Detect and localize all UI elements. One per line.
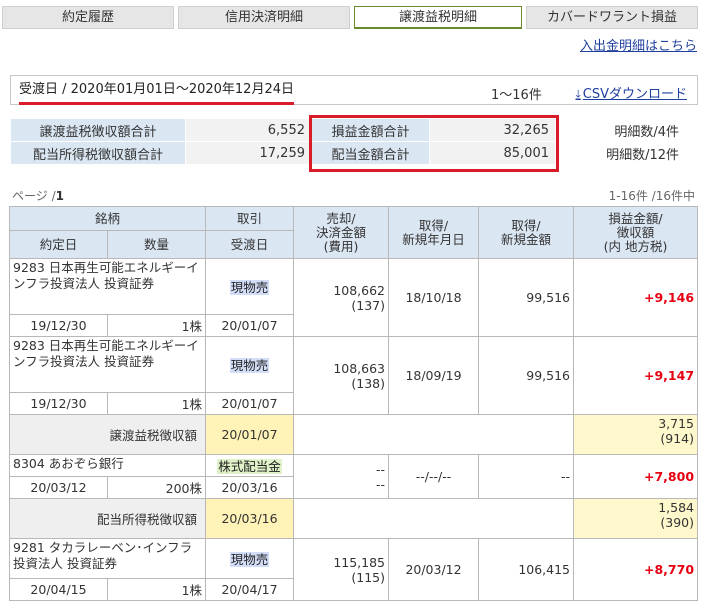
page-indicator: ページ /1 <box>12 187 64 204</box>
sell-amount: 115,185 <box>333 554 386 570</box>
dividend-total-value: 85,001 <box>429 141 556 165</box>
acq-date: 20/03/12 <box>388 538 480 601</box>
table-row: 9281 タカラレーベン･インフラ投資法人 投資証券 現物売 115,185 (1… <box>8 538 699 601</box>
header-torihiki: 取引 <box>205 206 295 231</box>
settle-date: 20/01/07 <box>205 392 295 415</box>
header-trade-date: 約定日 <box>9 230 108 259</box>
header-settle-date: 受渡日 <box>205 230 295 259</box>
fee: -- <box>375 476 386 492</box>
download-icon: ⤓ <box>575 87 581 101</box>
local-tax: (914) <box>660 431 695 446</box>
deposit-withdrawal-link[interactable]: 入出金明細はこちら <box>580 35 697 54</box>
acq-amount: -- <box>478 454 575 499</box>
fee: (137) <box>351 297 386 313</box>
result-count: 1～16件 <box>491 88 542 103</box>
header-acq-date: 取得/新規年月日 <box>388 206 480 259</box>
csv-download-link[interactable]: ⤓ CSVダウンロード <box>575 83 687 102</box>
sell-amount: 108,663 <box>333 360 386 376</box>
trade-type: 株式配当金 <box>217 459 282 474</box>
trade-date: 19/12/30 <box>9 314 108 337</box>
header-quantity: 数量 <box>106 230 207 259</box>
pl-amount: +8,770 <box>573 538 699 601</box>
csv-download-label: CSVダウンロード <box>582 87 687 102</box>
quantity: 1株 <box>106 578 207 601</box>
detail-table: 銘柄 取引 売却/決済金額 (費用) 取得/新規年月日 取得/新規金額 損益金額/… <box>8 206 699 601</box>
pl-amount: +9,147 <box>573 336 699 415</box>
trade-date: 19/12/30 <box>9 392 108 415</box>
filter-bar: 受渡日 / 2020年01月01日～2020年12月24日 1～16件 ⤓ CSV… <box>10 75 698 105</box>
date-range-filter[interactable]: 受渡日 / 2020年01月01日～2020年12月24日 <box>19 82 294 105</box>
fee: (138) <box>351 375 386 391</box>
table-row: 9283 日本再生可能エネルギーインフラ投資法人 投資証券 現物売 108,66… <box>8 258 699 337</box>
trade-type: 現物売 <box>229 280 270 295</box>
pl-total-label: 損益金額合計 <box>311 118 430 142</box>
trade-date: 20/03/12 <box>9 476 108 499</box>
sell-amount: 108,662 <box>333 282 386 298</box>
tab-capital-gains-tax[interactable]: 譲渡益税明細 <box>354 6 522 29</box>
fee: (115) <box>351 569 386 585</box>
acq-amount: 106,415 <box>478 538 575 601</box>
table-row: 8304 あおぞら銀行 株式配当金 -- -- --/--/-- -- +7,80… <box>8 454 699 499</box>
pl-amount: +9,146 <box>573 258 699 337</box>
quantity: 200株 <box>106 476 207 499</box>
tab-trade-history[interactable]: 約定履歴 <box>2 6 174 29</box>
pl-amount: +7,800 <box>573 454 699 499</box>
acq-amount: 99,516 <box>478 258 575 337</box>
header-meigara: 銘柄 <box>8 206 207 231</box>
security-name[interactable]: 9283 日本再生可能エネルギーインフラ投資法人 投資証券 <box>8 258 207 315</box>
header-acq-amount: 取得/新規金額 <box>478 206 575 259</box>
quantity: 1株 <box>106 392 207 415</box>
trade-type: 現物売 <box>229 552 270 567</box>
tax-date: 20/03/16 <box>205 498 295 539</box>
settle-date: 20/03/16 <box>205 476 295 499</box>
security-name[interactable]: 9283 日本再生可能エネルギーインフラ投資法人 投資証券 <box>8 336 207 393</box>
tax-label: 配当所得税徴収額 <box>8 498 207 539</box>
sell-amount: -- <box>375 461 386 477</box>
trade-date: 20/04/15 <box>9 578 108 601</box>
summary-table: 譲渡益税徴収額合計 6,552 損益金額合計 32,265 明細数/4件 配当所… <box>10 118 686 165</box>
settle-date: 20/04/17 <box>205 578 295 601</box>
capital-gains-tax-total-value: 6,552 <box>185 118 312 142</box>
tab-margin-settlement[interactable]: 信用決済明細 <box>178 6 350 29</box>
trade-type: 現物売 <box>229 358 270 373</box>
dividend-tax-total-label: 配当所得税徴収額合計 <box>10 141 186 165</box>
range-indicator: 1-16件 /16件中 <box>608 189 695 203</box>
header-pl: 損益金額/徴収額 (内 地方税) <box>573 206 699 259</box>
acq-date: 18/09/19 <box>388 336 480 415</box>
acq-date: --/--/-- <box>388 454 480 499</box>
capital-gains-tax-total-label: 譲渡益税徴収額合計 <box>10 118 186 142</box>
tab-covered-warrant[interactable]: カバードワラント損益 <box>526 6 698 29</box>
tax-row: 配当所得税徴収額 20/03/16 1,584 (390) <box>8 498 699 539</box>
quantity: 1株 <box>106 314 207 337</box>
tax-date: 20/01/07 <box>205 414 295 455</box>
tax-label: 譲渡益税徴収額 <box>8 414 207 455</box>
header-sell-amount: 売却/決済金額 (費用) <box>293 206 390 259</box>
acq-amount: 99,516 <box>478 336 575 415</box>
page-number: 1 <box>55 189 64 203</box>
tax-amount: 1,584 <box>658 500 695 515</box>
detail-count-12: 明細数/12件 <box>555 141 686 165</box>
settle-date: 20/01/07 <box>205 314 295 337</box>
tax-amount: 3,715 <box>658 416 695 431</box>
pl-total-value: 32,265 <box>429 118 556 142</box>
security-name[interactable]: 8304 あおぞら銀行 <box>8 454 207 477</box>
dividend-tax-total-value: 17,259 <box>185 141 312 165</box>
security-name[interactable]: 9281 タカラレーベン･インフラ投資法人 投資証券 <box>8 538 207 579</box>
acq-date: 18/10/18 <box>388 258 480 337</box>
page-label: ページ / <box>12 189 56 203</box>
table-row: 9283 日本再生可能エネルギーインフラ投資法人 投資証券 現物売 108,66… <box>8 336 699 415</box>
local-tax: (390) <box>660 515 695 530</box>
detail-count-4: 明細数/4件 <box>555 118 686 142</box>
tab-bar: 約定履歴 信用決済明細 譲渡益税明細 カバードワラント損益 <box>0 6 711 30</box>
dividend-total-label: 配当金額合計 <box>311 141 430 165</box>
tax-row: 譲渡益税徴収額 20/01/07 3,715 (914) <box>8 414 699 455</box>
